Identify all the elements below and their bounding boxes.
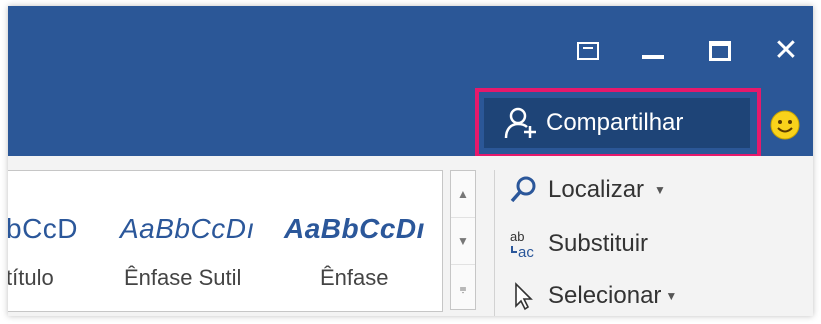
ribbon-home: bCcD título AaBbCcDı Ênfase Sutil AaBbCc… <box>8 156 813 316</box>
close-button[interactable]: ✕ <box>766 36 806 66</box>
word-window: ✕ Compartilhar bCcD título AaBbCcDı Ênfa… <box>8 6 813 316</box>
ribbon-display-options-button[interactable] <box>568 36 608 66</box>
find-dropdown-caret-icon[interactable]: ▼ <box>654 183 666 197</box>
svg-text:ab: ab <box>510 229 524 244</box>
cursor-arrow-icon <box>515 282 533 311</box>
maximize-button[interactable] <box>700 36 740 66</box>
select-label: Selecionar <box>548 282 662 309</box>
person-add-icon <box>504 107 536 139</box>
group-separator <box>494 170 495 316</box>
minimize-icon <box>642 55 664 59</box>
magnifier-icon <box>510 176 536 203</box>
style-sample: bCcD <box>8 213 79 244</box>
select-dropdown-caret-icon[interactable]: ▼ <box>665 289 677 303</box>
minimize-button[interactable] <box>633 36 673 66</box>
style-sample: AaBbCcDı <box>284 213 425 244</box>
style-name: Ênfase Sutil <box>124 265 242 290</box>
gallery-scroll-down[interactable]: ▼ <box>451 218 475 265</box>
find-button[interactable]: Localizar ▼ <box>508 170 666 210</box>
style-name: título <box>8 265 54 290</box>
close-icon: ✕ <box>773 34 799 67</box>
style-subtle-emphasis[interactable]: AaBbCcDı Ênfase Sutil <box>120 171 280 311</box>
select-button[interactable]: Selecionar ▼ <box>508 276 677 316</box>
replace-label: Substituir <box>548 230 649 257</box>
style-title[interactable]: bCcD título <box>8 171 118 311</box>
replace-abc-icon: ab ac <box>510 229 534 260</box>
gallery-scroll-up[interactable]: ▲ <box>451 171 475 218</box>
title-bar: ✕ Compartilhar <box>8 6 813 158</box>
maximize-icon <box>709 41 731 61</box>
smiley-icon[interactable] <box>770 110 800 140</box>
gallery-scrollbar: ▲ ▼ ⩦ <box>450 170 476 310</box>
ribbon-display-options-icon <box>577 42 599 60</box>
svg-text:ac: ac <box>518 244 534 260</box>
share-button-label: Compartilhar <box>546 109 684 136</box>
style-name: Ênfase <box>320 265 389 290</box>
gallery-more-button[interactable]: ⩦ <box>451 265 475 311</box>
replace-button[interactable]: ab ac Substituir <box>508 224 648 264</box>
find-label: Localizar <box>548 176 645 203</box>
styles-gallery: bCcD título AaBbCcDı Ênfase Sutil AaBbCc… <box>8 170 443 312</box>
share-button[interactable]: Compartilhar <box>484 98 750 148</box>
style-sample: AaBbCcDı <box>120 213 255 244</box>
style-emphasis[interactable]: AaBbCcDı Ênfase <box>284 171 442 311</box>
